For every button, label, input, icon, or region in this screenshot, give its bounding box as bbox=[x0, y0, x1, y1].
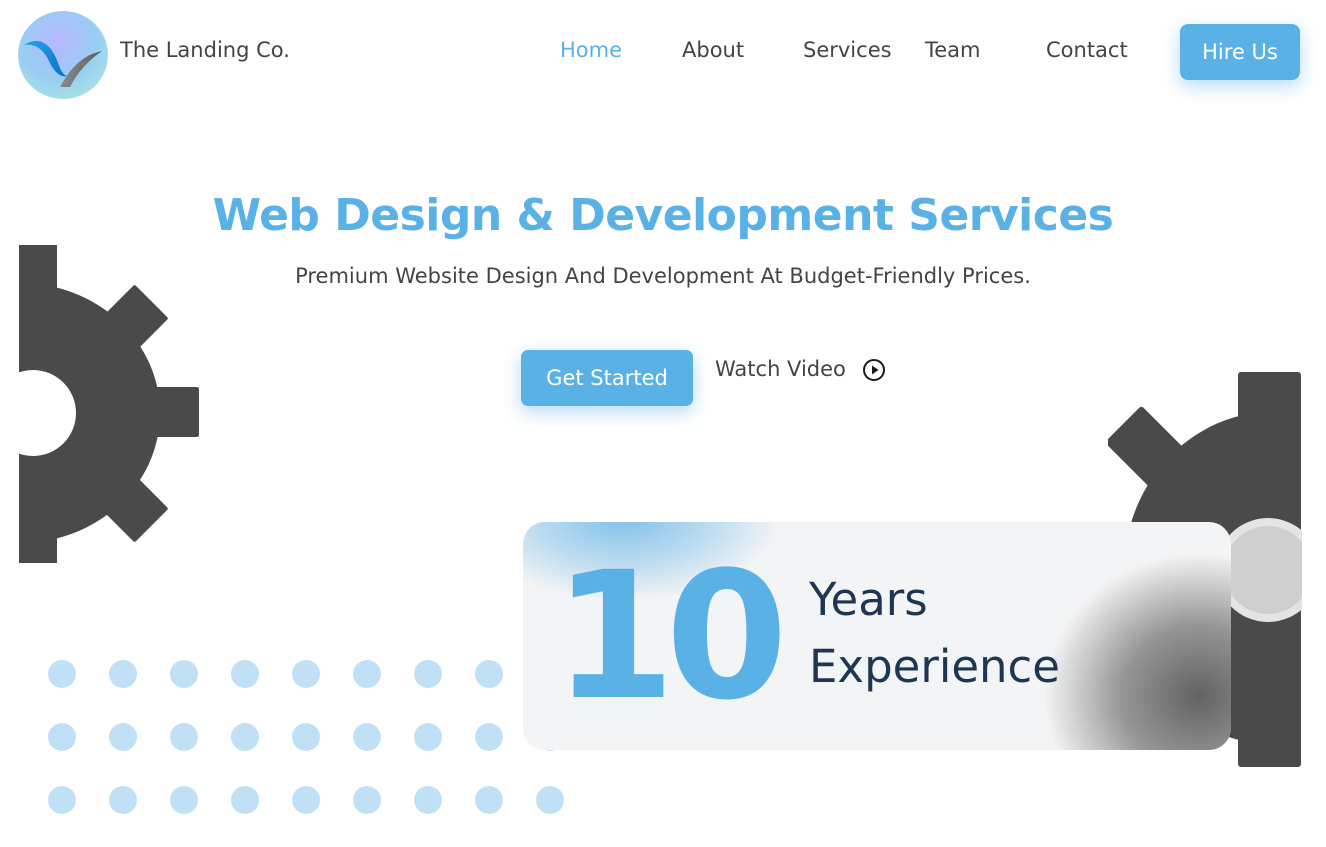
decorative-dot bbox=[109, 723, 137, 751]
experience-label-line2: Experience bbox=[809, 640, 1060, 693]
brand-name[interactable]: The Landing Co. bbox=[120, 38, 290, 62]
decorative-dot bbox=[48, 660, 76, 688]
decorative-dot bbox=[475, 723, 503, 751]
nav-item-services[interactable]: Services bbox=[803, 38, 892, 62]
decorative-dot bbox=[231, 786, 259, 814]
site-header: The Landing Co. Home About Services Team… bbox=[0, 0, 1326, 110]
v-swoosh-logo-icon bbox=[18, 11, 108, 99]
play-circle-icon bbox=[862, 359, 885, 381]
decorative-dot bbox=[231, 723, 259, 751]
decorative-dot bbox=[109, 786, 137, 814]
hero-title: Web Design & Development Services bbox=[212, 190, 1114, 241]
decorative-dot bbox=[353, 786, 381, 814]
experience-number: 10 bbox=[553, 534, 788, 739]
decorative-dot bbox=[292, 786, 320, 814]
gear-icon bbox=[0, 245, 199, 563]
decorative-dot bbox=[170, 786, 198, 814]
decorative-dot bbox=[170, 660, 198, 688]
decorative-dot bbox=[292, 660, 320, 688]
decorative-dot bbox=[170, 723, 198, 751]
watch-video-link[interactable]: Watch Video bbox=[715, 354, 886, 384]
hero-subtitle: Premium Website Design And Development A… bbox=[295, 264, 1031, 288]
decorative-dot bbox=[48, 723, 76, 751]
card-shadow-blur bbox=[1043, 552, 1231, 750]
decorative-dot bbox=[414, 786, 442, 814]
nav-item-about[interactable]: About bbox=[682, 38, 744, 62]
decorative-dot bbox=[292, 723, 320, 751]
decorative-dot bbox=[414, 660, 442, 688]
experience-label-line1: Years bbox=[809, 573, 928, 626]
decorative-dot bbox=[231, 660, 259, 688]
decorative-dot-grid bbox=[48, 660, 578, 830]
watch-video-label: Watch Video bbox=[715, 357, 846, 381]
decorative-dot bbox=[536, 786, 564, 814]
decorative-dot bbox=[475, 786, 503, 814]
decorative-dot bbox=[109, 660, 137, 688]
decorative-dot bbox=[414, 723, 442, 751]
decorative-dot bbox=[353, 723, 381, 751]
decorative-dot bbox=[475, 660, 503, 688]
experience-label: Years Experience bbox=[809, 566, 1060, 700]
decorative-dot bbox=[353, 660, 381, 688]
brand-logo[interactable] bbox=[18, 11, 108, 99]
get-started-button[interactable]: Get Started bbox=[521, 350, 693, 406]
nav-item-contact[interactable]: Contact bbox=[1046, 38, 1128, 62]
hire-us-button[interactable]: Hire Us bbox=[1180, 24, 1300, 80]
nav-item-home[interactable]: Home bbox=[560, 38, 622, 62]
nav-item-team[interactable]: Team bbox=[925, 38, 981, 62]
decorative-dot bbox=[48, 786, 76, 814]
experience-card: 10 Years Experience bbox=[523, 522, 1231, 750]
